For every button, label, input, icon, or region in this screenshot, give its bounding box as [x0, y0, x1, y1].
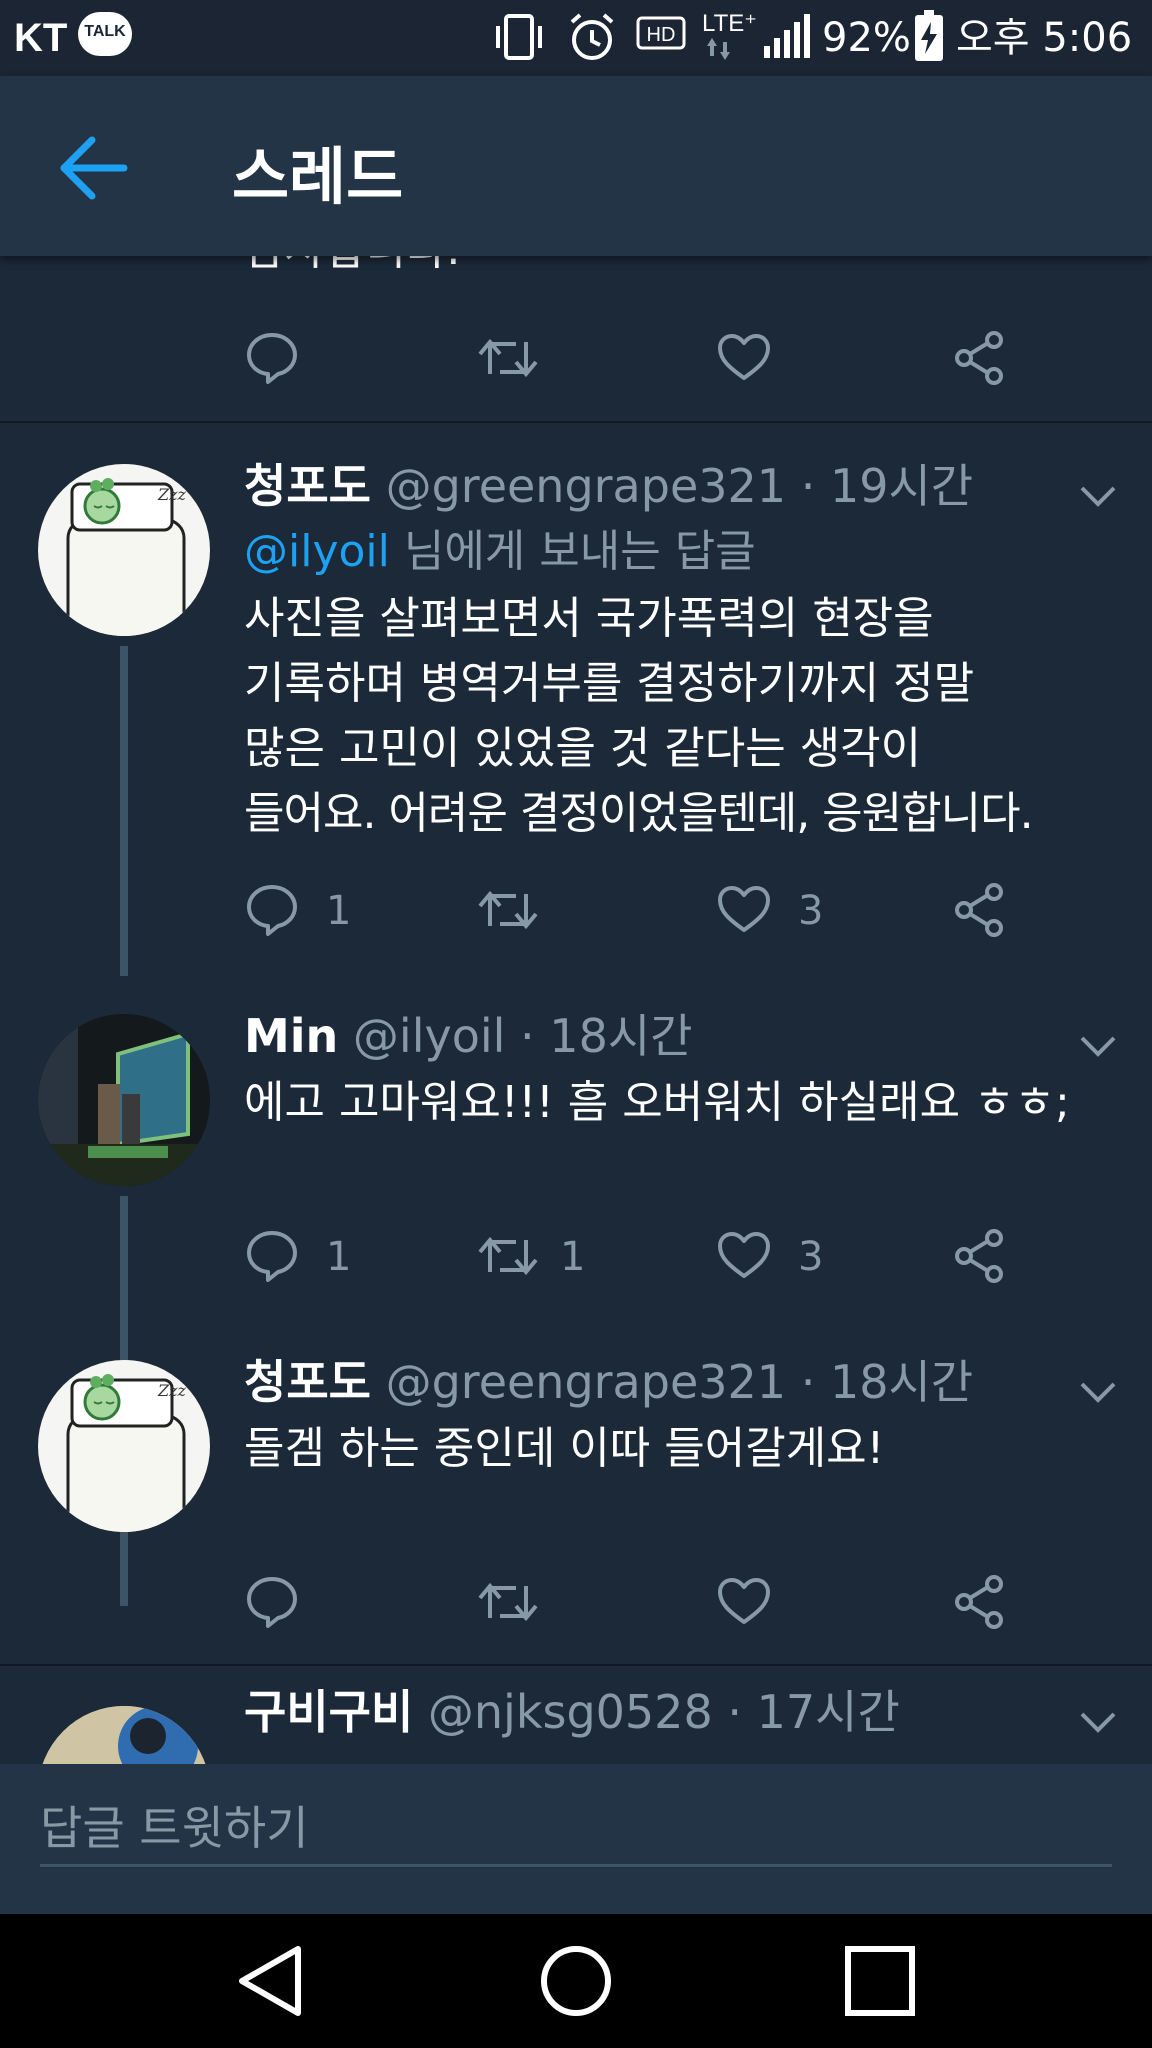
- tweet-time: 18시간: [829, 1355, 974, 1409]
- data-arrows-icon: [707, 38, 730, 60]
- reply-count: 1: [326, 888, 352, 934]
- divider: [0, 421, 1152, 423]
- like-count: 3: [798, 888, 824, 934]
- share-icon: [955, 1229, 1003, 1283]
- carrier-label: KT: [14, 16, 68, 60]
- reply-button[interactable]: 1: [244, 882, 354, 942]
- author-name[interactable]: Min: [244, 1009, 338, 1063]
- recent-apps-nav-icon[interactable]: [840, 1941, 920, 2021]
- svg-text:HD: HD: [647, 24, 676, 46]
- like-icon: [718, 1232, 770, 1278]
- status-bar: KT TALK HD LTE⁺ 92% 오후 5:06: [0, 0, 1152, 76]
- tweet-header: 청포도 @greengrape321 · 19시간: [244, 459, 974, 513]
- like-button[interactable]: 3: [716, 882, 826, 942]
- tweet-text-line: 많은 고민이 있었을 것 같다는 생각이: [244, 723, 922, 774]
- author-handle[interactable]: @greengrape321: [386, 459, 786, 513]
- share-icon: [955, 331, 1003, 385]
- avatar[interactable]: [38, 1706, 210, 1764]
- photo-avatar: [38, 1706, 210, 1764]
- tweet-time: 19시간: [829, 459, 974, 513]
- reply-icon: [247, 1231, 297, 1282]
- tweet-text-line: 사진을 살펴보면서 국가폭력의 현장을: [244, 593, 934, 644]
- page-title: 스레드: [232, 140, 404, 213]
- reply-context-label: 님에게 보내는 답글: [389, 526, 756, 577]
- tweet-text: 돌겜 하는 중인데 이따 들어갈게요!: [244, 1416, 1124, 1481]
- previous-tweet-text: 감사합니다.: [244, 256, 460, 280]
- svg-text:Zzz: Zzz: [157, 1381, 187, 1400]
- reply-context: @ilyoil 님에게 보내는 답글: [244, 522, 756, 582]
- retweet-icon: [478, 890, 538, 930]
- grape-character-avatar: Zzz: [66, 1374, 187, 1532]
- mention-link[interactable]: @ilyoil: [244, 526, 390, 577]
- reply-icon: [247, 1577, 297, 1628]
- reply-count: 1: [326, 1234, 352, 1280]
- retweet-icon: [478, 1236, 538, 1276]
- tweet-text-line: 돌겜 하는 중인데 이따 들어갈게요!: [244, 1423, 885, 1474]
- reply-icon: [247, 885, 297, 936]
- reply-button[interactable]: 1: [244, 1228, 354, 1288]
- app-bar: 스레드: [0, 76, 1152, 256]
- tweet-text: 에고 고마워요!!! 흠 오버워치 하실래요 ㅎㅎ;: [244, 1070, 1124, 1135]
- network-type-label: LTE⁺: [702, 10, 757, 37]
- talk-badge-label: TALK: [84, 23, 126, 40]
- hd-voice-icon: HD: [636, 16, 686, 50]
- author-handle[interactable]: @njksg0528: [428, 1685, 713, 1739]
- reply-compose-bar: [0, 1764, 1152, 1914]
- tweet-header: 구비구비 @njksg0528 · 17시간: [244, 1685, 900, 1739]
- chevron-down-icon[interactable]: [1078, 482, 1118, 510]
- author-handle[interactable]: @greengrape321: [386, 1355, 786, 1409]
- retweet-button[interactable]: 1: [478, 1228, 588, 1288]
- home-nav-icon[interactable]: [536, 1941, 616, 2021]
- retweet-count: 1: [560, 1234, 586, 1280]
- reply-icon: [247, 333, 297, 384]
- like-icon: [718, 886, 770, 932]
- reply-tweet-input[interactable]: [40, 1792, 1112, 1867]
- battery-charging-icon: [915, 10, 943, 61]
- retweet-icon: [478, 338, 538, 378]
- battery-percent: 92%: [822, 15, 911, 61]
- like-icon: [718, 334, 770, 380]
- avatar[interactable]: Zzz: [38, 464, 210, 636]
- author-name[interactable]: 청포도: [244, 459, 371, 513]
- night-photo-avatar: [38, 1014, 210, 1186]
- like-count: 3: [798, 1234, 824, 1280]
- author-name[interactable]: 구비구비: [244, 1685, 413, 1739]
- divider: [0, 1664, 1152, 1666]
- tweet-text-line: 들어요. 어려운 결정이었을텐데, 응원합니다.: [244, 788, 1034, 839]
- grape-character-avatar: Zzz: [66, 478, 187, 636]
- vibrate-icon: [496, 14, 542, 60]
- tweet-header: Min @ilyoil · 18시간: [244, 1009, 693, 1063]
- chevron-down-icon[interactable]: [1078, 1032, 1118, 1060]
- system-navigation-bar: [0, 1914, 1152, 2048]
- clock: 오후 5:06: [956, 15, 1133, 61]
- author-name[interactable]: 청포도: [244, 1355, 371, 1409]
- alarm-icon: [570, 13, 614, 60]
- tweet-time: 18시간: [549, 1009, 693, 1063]
- tweet-header: 청포도 @greengrape321 · 18시간: [244, 1355, 974, 1409]
- tweet-text: 사진을 살펴보면서 국가폭력의 현장을 기록하며 병역거부를 결정하기까지 정말…: [244, 586, 1124, 846]
- chevron-down-icon[interactable]: [1078, 1708, 1118, 1736]
- signal-icon: [764, 14, 810, 58]
- share-icon: [955, 883, 1003, 937]
- retweet-icon: [478, 1582, 538, 1622]
- tweet-time: 17시간: [756, 1685, 900, 1739]
- like-icon: [718, 1578, 770, 1624]
- svg-text:Zzz: Zzz: [157, 485, 187, 504]
- tweet-text-line: 에고 고마워요!!! 흠 오버워치 하실래요 ㅎㅎ;: [244, 1077, 1070, 1128]
- share-icon: [955, 1575, 1003, 1629]
- thread-connector: [120, 646, 128, 976]
- thread-list[interactable]: 감사합니다. Zzz 청포도 @greengrape321 ·: [0, 256, 1152, 1764]
- avatar[interactable]: [38, 1014, 210, 1186]
- retweet-button[interactable]: [478, 882, 588, 942]
- tweet-text-line: 기록하며 병역거부를 결정하기까지 정말: [244, 658, 975, 709]
- kakaotalk-notification-icon: TALK: [78, 12, 132, 56]
- back-nav-icon[interactable]: [232, 1941, 312, 2021]
- author-handle[interactable]: @ilyoil: [353, 1009, 506, 1063]
- like-button[interactable]: 3: [716, 1228, 826, 1288]
- chevron-down-icon[interactable]: [1078, 1378, 1118, 1406]
- avatar[interactable]: Zzz: [38, 1360, 210, 1532]
- back-arrow-icon[interactable]: [58, 132, 130, 204]
